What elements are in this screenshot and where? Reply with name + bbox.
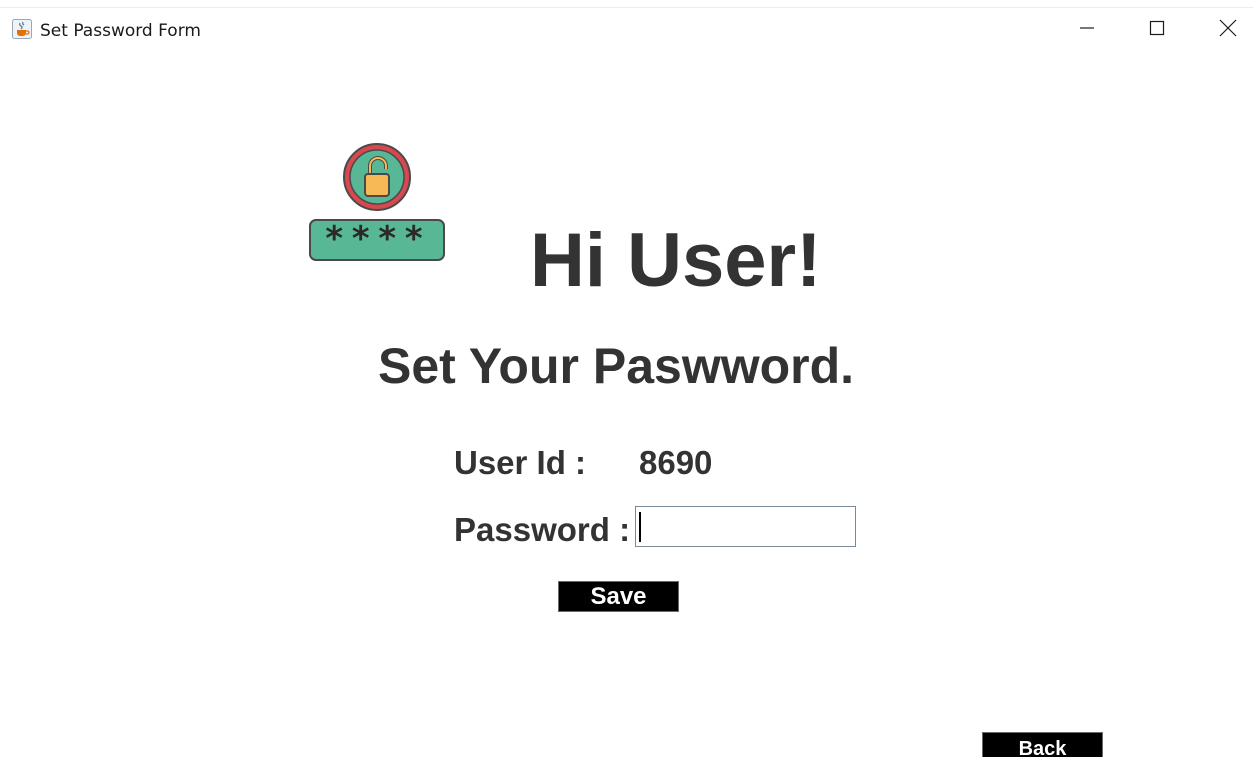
save-button[interactable]: Save bbox=[558, 581, 679, 612]
user-id-value: 8690 bbox=[639, 444, 713, 481]
java-cup-icon bbox=[12, 19, 32, 39]
set-password-heading: Set Your Paswword. bbox=[378, 338, 855, 394]
password-input[interactable] bbox=[635, 506, 856, 547]
maximize-button[interactable] bbox=[1134, 12, 1180, 48]
user-id-label: User Id : bbox=[454, 444, 587, 481]
title-bar: Set Password Form bbox=[0, 0, 1253, 60]
unlocked-padlock-password-icon: **** bbox=[308, 142, 448, 264]
window-title: Set Password Form bbox=[40, 21, 201, 41]
password-mask-text: **** bbox=[324, 219, 430, 259]
minimize-icon bbox=[1079, 20, 1095, 41]
maximize-icon bbox=[1149, 20, 1165, 41]
close-button[interactable] bbox=[1205, 12, 1251, 48]
text-caret bbox=[639, 512, 641, 542]
title-bar-top-strip bbox=[0, 0, 1253, 8]
close-icon bbox=[1219, 19, 1237, 42]
password-label: Password : bbox=[454, 511, 631, 548]
minimize-button[interactable] bbox=[1064, 12, 1110, 48]
set-password-window: Set Password Form **** Hi User! Set Your… bbox=[0, 0, 1253, 757]
greeting-heading: Hi User! bbox=[530, 218, 822, 303]
back-button[interactable]: Back bbox=[982, 732, 1103, 757]
